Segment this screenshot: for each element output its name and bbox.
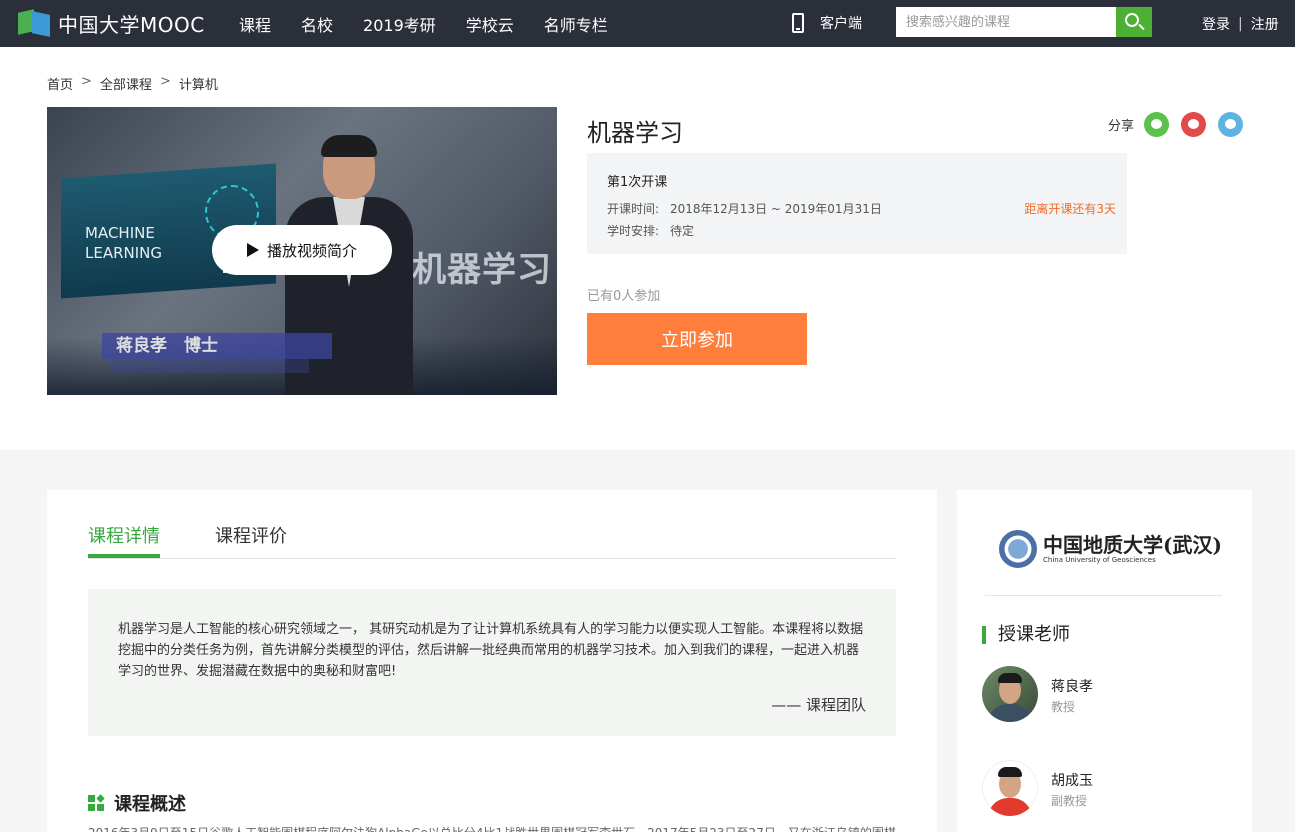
- teacher-name: 蒋良孝: [1051, 679, 1093, 695]
- search-button[interactable]: [1116, 7, 1152, 37]
- logo-text: 中国大学MOOC: [58, 12, 205, 37]
- breadcrumb-separator: >: [159, 74, 171, 89]
- term-countdown: 距离开课还有3天: [1024, 202, 1116, 216]
- university-name-en: China University of Geosciences: [1043, 555, 1156, 564]
- teacher-item[interactable]: 胡成玉 副教授: [982, 760, 1232, 816]
- nav-famous-teachers[interactable]: 名师专栏: [544, 12, 608, 36]
- top-navbar: 中国大学MOOC 课程 名校 2019考研 学校云 名师专栏 客户端 登录 | …: [0, 0, 1295, 47]
- main-nav: 课程 名校 2019考研 学校云 名师专栏: [239, 0, 638, 47]
- auth-separator: |: [1238, 16, 1243, 32]
- video-wall-text: 机器学习: [412, 250, 552, 290]
- avatar: [982, 666, 1038, 722]
- course-title: 机器学习: [587, 119, 683, 147]
- auth-links: 登录 | 注册: [1202, 14, 1279, 34]
- join-now-button[interactable]: 立即参加: [587, 313, 807, 365]
- search-icon: [1125, 13, 1139, 27]
- teacher-title: 教授: [1051, 700, 1076, 714]
- nav-kaoyan[interactable]: 2019考研: [363, 12, 436, 36]
- tab-course-reviews[interactable]: 课程评价: [215, 522, 287, 548]
- play-intro-button[interactable]: 播放视频简介: [212, 225, 392, 275]
- term-schedule-value: 待定: [670, 224, 695, 238]
- play-icon: [246, 243, 259, 257]
- term-info-box: 第1次开课 开课时间: 2018年12月13日 ~ 2019年01月31日 距离…: [587, 153, 1127, 254]
- overview-heading: 课程概述: [88, 790, 186, 816]
- teachers-title: 授课老师: [982, 626, 1070, 644]
- teacher-name: 胡成玉: [1051, 773, 1093, 789]
- register-link[interactable]: 注册: [1251, 14, 1279, 34]
- nav-school-cloud[interactable]: 学校云: [466, 12, 514, 36]
- term-title: 第1次开课: [607, 175, 668, 190]
- play-intro-label: 播放视频简介: [266, 241, 357, 260]
- course-intro-signature: —— 课程团队: [771, 696, 866, 714]
- breadcrumb: 首页 > 全部课程 > 计算机: [47, 74, 218, 93]
- joined-count: 已有0人参加: [587, 289, 661, 304]
- breadcrumb-all-courses[interactable]: 全部课程: [100, 74, 152, 93]
- intro-video[interactable]: MACHINE LEARNING 机器学习 蒋良孝 博士 播放视频简介: [47, 107, 557, 395]
- avatar: [982, 760, 1038, 816]
- term-time-value: 2018年12月13日 ~ 2019年01月31日: [670, 202, 882, 216]
- university-logo[interactable]: 中国地质大学(武汉) China University of Geoscienc…: [999, 530, 1222, 568]
- breadcrumb-computer[interactable]: 计算机: [179, 74, 218, 93]
- side-divider: [985, 595, 1222, 596]
- course-detail-card: 课程详情 课程评价 机器学习是人工智能的核心研究领域之一， 其研究动机是为了让计…: [47, 490, 937, 832]
- course-intro-quote: 机器学习是人工智能的核心研究领域之一， 其研究动机是为了让计算机系统具有人的学习…: [88, 589, 896, 736]
- teacher-title: 副教授: [1051, 794, 1088, 808]
- video-nameplate: 蒋良孝 博士: [102, 333, 332, 359]
- client-label: 客户端: [820, 16, 862, 32]
- logo-icon: [18, 9, 52, 37]
- school-teacher-card: 中国地质大学(武汉) China University of Geoscienc…: [957, 490, 1252, 832]
- teacher-item[interactable]: 蒋良孝 教授: [982, 666, 1232, 722]
- course-header-section: 首页 > 全部课程 > 计算机 MACHINE LEARNING 机器学习 蒋良…: [0, 47, 1295, 450]
- course-intro-text: 机器学习是人工智能的核心研究领域之一， 其研究动机是为了让计算机系统具有人的学习…: [118, 622, 864, 679]
- qq-icon[interactable]: [1218, 112, 1244, 137]
- search-input[interactable]: [896, 7, 1116, 37]
- tab-course-details[interactable]: 课程详情: [88, 522, 160, 548]
- nav-schools[interactable]: 名校: [301, 12, 333, 36]
- breadcrumb-home[interactable]: 首页: [47, 74, 73, 93]
- overview-text: 2016年3月9日至15日谷歌人工智能围棋程序阿尔法狗AlphaGo以总比分4比…: [88, 824, 896, 832]
- university-seal-icon: [999, 530, 1037, 568]
- weibo-icon[interactable]: [1181, 112, 1207, 137]
- term-time-label: 开课时间:: [607, 202, 660, 216]
- client-download[interactable]: 客户端: [792, 10, 862, 36]
- login-link[interactable]: 登录: [1202, 14, 1230, 34]
- overview-title: 课程概述: [114, 794, 186, 815]
- phone-icon: [792, 13, 804, 33]
- video-screen-text: MACHINE LEARNING: [85, 224, 163, 262]
- search-bar: [896, 7, 1152, 37]
- share-label: 分享: [1108, 119, 1135, 134]
- site-logo[interactable]: 中国大学MOOC: [18, 8, 205, 38]
- breadcrumb-separator: >: [81, 74, 92, 89]
- share-bar: 分享: [1108, 112, 1244, 137]
- tab-divider: [88, 558, 896, 559]
- wechat-icon[interactable]: [1144, 112, 1170, 137]
- nav-courses[interactable]: 课程: [239, 12, 271, 36]
- term-schedule-label: 学时安排:: [607, 224, 660, 238]
- university-name: 中国地质大学(武汉): [1043, 532, 1222, 557]
- grid-icon: [88, 794, 105, 811]
